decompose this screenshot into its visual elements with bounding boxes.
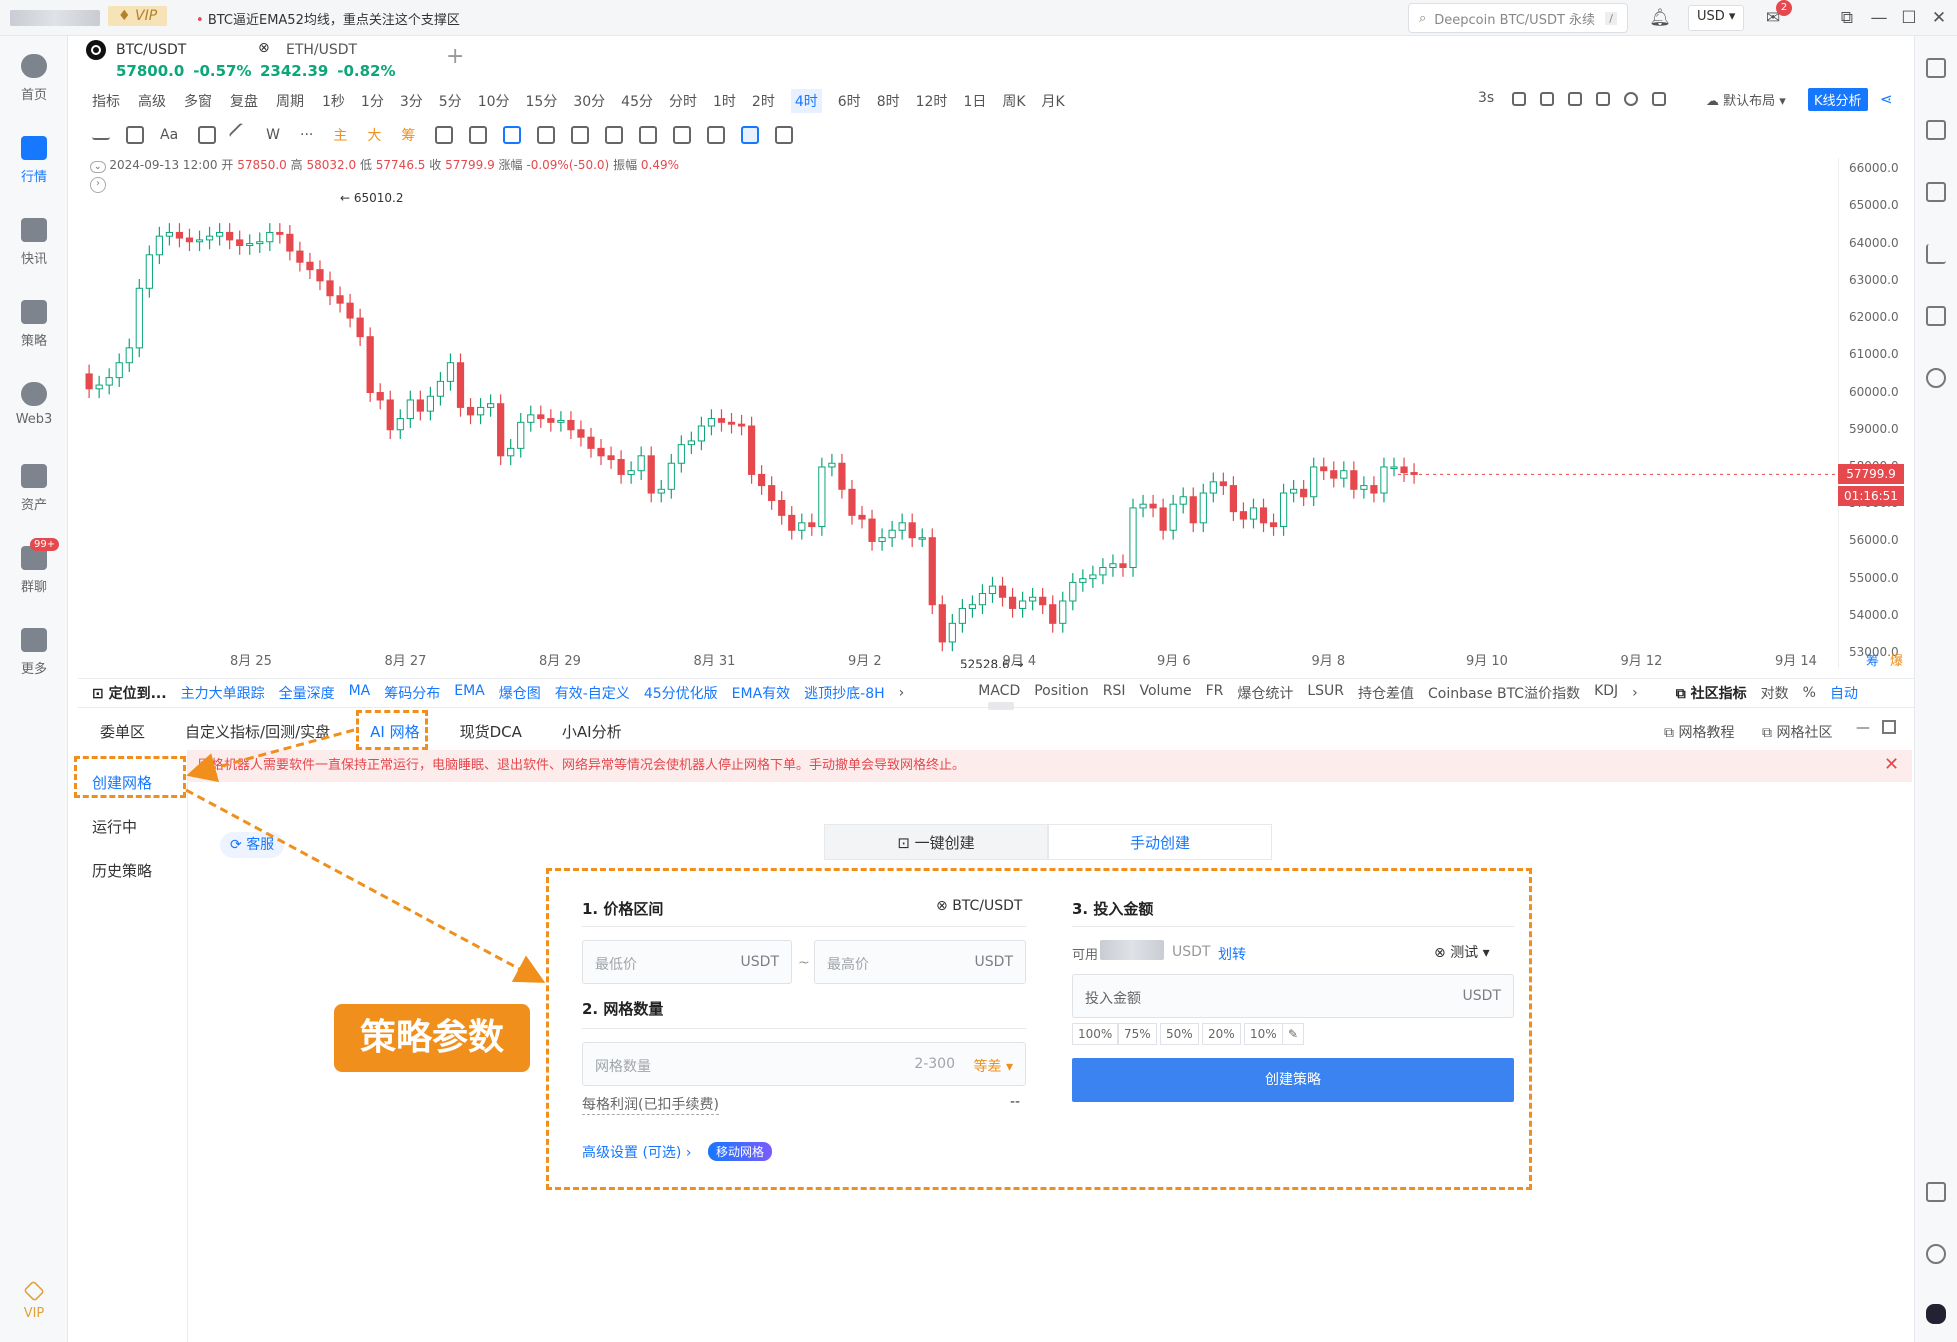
annotation-arrows <box>185 728 546 983</box>
arrow-to-create-grid <box>186 728 355 783</box>
strategy-params-callout: 策略参数 <box>334 1004 530 1072</box>
arrow-to-form <box>185 788 546 983</box>
candle-countdown-tag: 01:16:51 <box>1838 486 1904 507</box>
last-price-tag: 57799.9 <box>1838 464 1904 485</box>
